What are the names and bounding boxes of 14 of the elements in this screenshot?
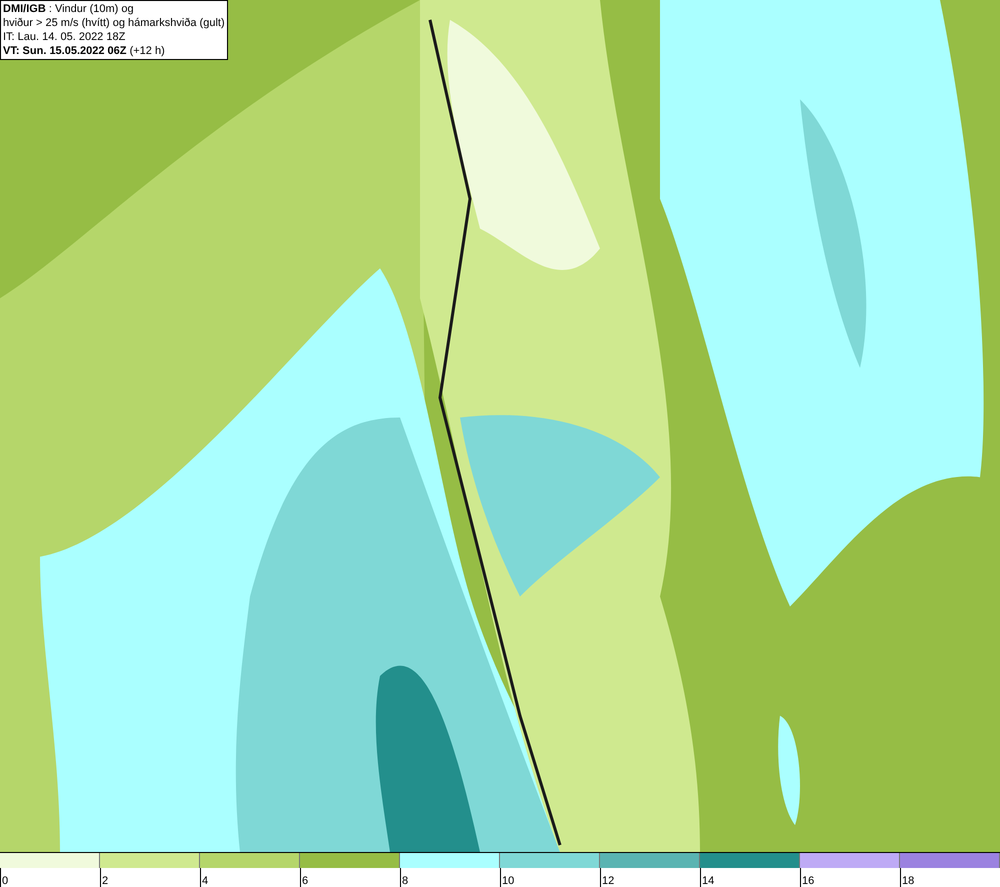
legend-label: 18 xyxy=(902,875,914,887)
legend-label: 16 xyxy=(802,875,814,887)
title-line: DMI/IGB : Vindur (10m) og xyxy=(3,2,135,16)
legend-label: 14 xyxy=(702,875,714,887)
legend-label: 0 xyxy=(2,875,8,887)
legend-label: 2 xyxy=(102,875,108,887)
title-line: VT: Sun. 15.05.2022 06Z (+12 h) xyxy=(3,44,166,58)
title-line: IT: Lau. 14. 05. 2022 18Z xyxy=(3,30,126,44)
legend-label: 8 xyxy=(402,875,408,887)
legend-label: 10 xyxy=(502,875,514,887)
title-line: hviður > 25 m/s (hvítt) og hámarkshviða (gult) xyxy=(3,16,225,30)
legend-label: 12 xyxy=(602,875,614,887)
legend-label: 6 xyxy=(302,875,308,887)
legend-label: 4 xyxy=(202,875,208,887)
